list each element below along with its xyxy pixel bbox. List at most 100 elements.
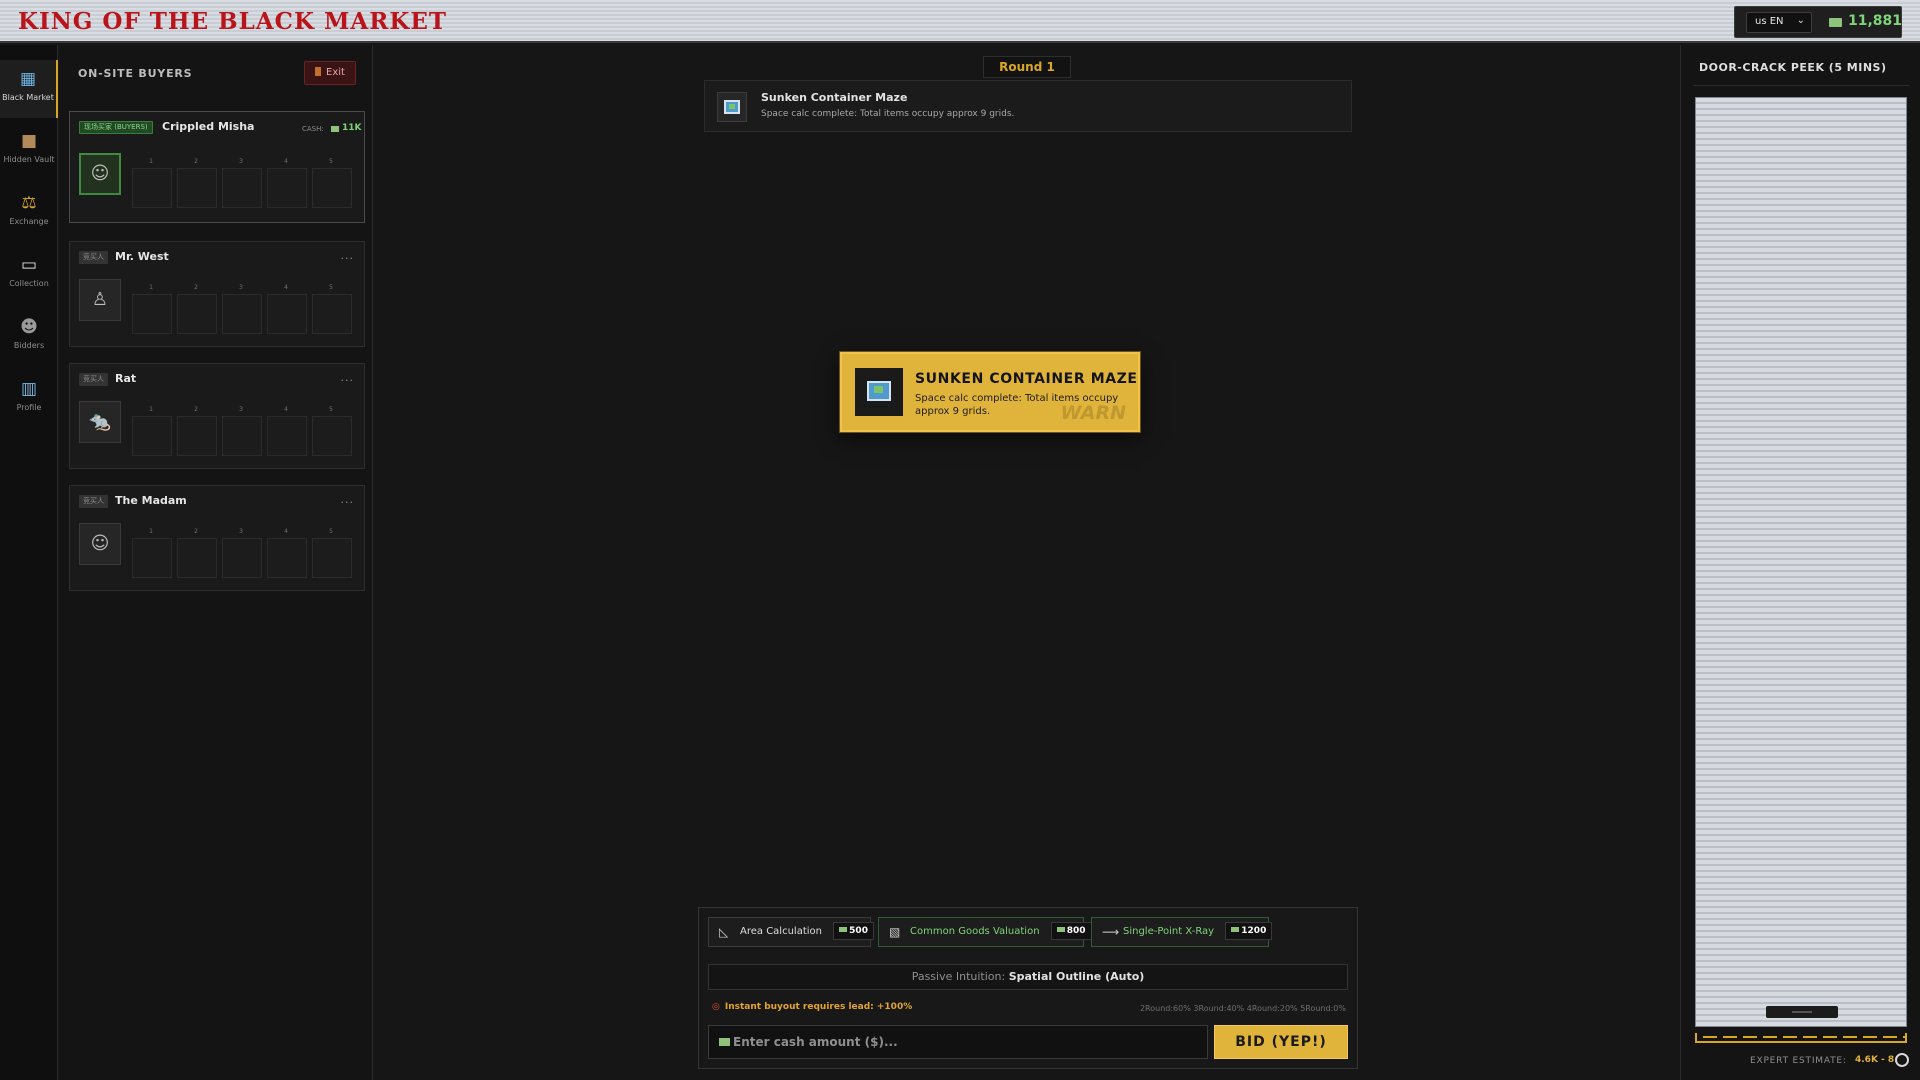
chart-icon: ▧ bbox=[889, 925, 901, 939]
nav-label: Exchange bbox=[9, 217, 49, 226]
nav-label: Black Market bbox=[2, 93, 54, 102]
nav-label: Collection bbox=[9, 279, 49, 288]
buyout-note: ◎ Instant buyout requires lead: +100% bbox=[712, 1002, 913, 1012]
slot-number: 3 bbox=[239, 406, 243, 413]
common-goods-valuation-button[interactable]: ▧ Common Goods Valuation 800 bbox=[878, 917, 1092, 947]
slot-number: 4 bbox=[284, 528, 288, 535]
people-icon: ☻ bbox=[20, 317, 38, 337]
shutter-handle[interactable] bbox=[1766, 1006, 1838, 1018]
rat-avatar-icon: 🐀 bbox=[79, 401, 121, 443]
slot-number: 4 bbox=[284, 406, 288, 413]
divider bbox=[1693, 85, 1909, 86]
buyer-name: Mr. West bbox=[115, 250, 169, 263]
more-icon[interactable]: ... bbox=[341, 249, 355, 262]
area-calculation-button[interactable]: ◺ Area Calculation 500 bbox=[708, 917, 874, 947]
item-slot bbox=[132, 538, 172, 578]
nav-item-black-market[interactable]: ▦ Black Market bbox=[0, 60, 58, 118]
cash-icon bbox=[1829, 18, 1842, 27]
buyer-tag: 竞买人 bbox=[79, 373, 108, 386]
item-slot bbox=[267, 416, 307, 456]
slot-number: 5 bbox=[329, 284, 333, 291]
nav-label: Hidden Vault bbox=[3, 155, 55, 164]
language-select[interactable]: us EN ⌄ bbox=[1746, 12, 1812, 33]
more-icon[interactable]: ... bbox=[341, 493, 355, 506]
cash-icon bbox=[331, 126, 339, 132]
buyer-card[interactable]: 竞买人 The Madam ... ☺ 1 2 3 4 5 bbox=[69, 485, 365, 591]
round-indicator: Round 1 bbox=[983, 56, 1071, 78]
current-item-bar: Sunken Container Maze Space calc complet… bbox=[704, 80, 1352, 132]
item-slot bbox=[177, 538, 217, 578]
bidding-panel: ◺ Area Calculation 500 ▧ Common Goods Va… bbox=[698, 907, 1358, 1069]
madam-avatar-icon: ☺ bbox=[79, 523, 121, 565]
more-icon[interactable]: ... bbox=[341, 371, 355, 384]
item-slot bbox=[132, 416, 172, 456]
chart-icon: ▥ bbox=[20, 379, 38, 399]
bid-amount-input[interactable]: Enter cash amount ($)... bbox=[708, 1025, 1208, 1059]
slot-number: 2 bbox=[194, 158, 198, 165]
slot-number: 1 bbox=[149, 158, 153, 165]
item-slot bbox=[267, 294, 307, 334]
refresh-icon[interactable] bbox=[1895, 1053, 1909, 1067]
target-icon: ◎ bbox=[712, 1002, 720, 1012]
slot-number: 2 bbox=[194, 528, 198, 535]
item-slot bbox=[222, 294, 262, 334]
buyers-panel: ON-SITE BUYERS Exit 现场买家 (BUYERS) Crippl… bbox=[60, 45, 373, 1080]
roller-shutter[interactable] bbox=[1695, 97, 1907, 1027]
map-icon bbox=[855, 368, 903, 416]
map-icon: ▦ bbox=[19, 69, 37, 89]
tool-label: Single-Point X-Ray bbox=[1123, 926, 1215, 937]
map-icon bbox=[717, 92, 747, 122]
item-slot bbox=[312, 416, 352, 456]
nav-item-bidders[interactable]: ☻ Bidders bbox=[0, 308, 58, 366]
hazard-strip bbox=[1695, 1033, 1907, 1043]
west-avatar-icon: ♙ bbox=[79, 279, 121, 321]
nav-label: Bidders bbox=[13, 341, 45, 350]
buyer-card[interactable]: 竞买人 Mr. West ... ♙ 1 2 3 4 5 bbox=[69, 241, 365, 347]
buyer-name: The Madam bbox=[115, 494, 187, 507]
slot-number: 5 bbox=[329, 406, 333, 413]
tool-label: Area Calculation bbox=[740, 926, 822, 937]
single-point-xray-button[interactable]: ⟶ Single-Point X-Ray 1200 bbox=[1091, 917, 1273, 947]
buyer-card[interactable]: 竞买人 Rat ... 🐀 1 2 3 4 5 bbox=[69, 363, 365, 469]
buyer-card[interactable]: 现场买家 (BUYERS) Crippled Misha CASH: 11K ☺… bbox=[69, 111, 365, 223]
item-slot bbox=[312, 294, 352, 334]
scale-icon: ⚖ bbox=[21, 193, 37, 213]
chevron-down-icon: ⌄ bbox=[1796, 15, 1805, 26]
item-title: Sunken Container Maze bbox=[761, 91, 908, 104]
passive-label: Passive Intuition: bbox=[911, 970, 1006, 983]
passive-value: Spatial Outline (Auto) bbox=[1008, 970, 1145, 983]
bid-placeholder: Enter cash amount ($)... bbox=[733, 1035, 898, 1049]
peek-panel: DOOR-CRACK PEEK (5 MINS) EXPERT ESTIMATE… bbox=[1680, 45, 1920, 1080]
exit-label: Exit bbox=[326, 67, 345, 78]
nav-item-collection[interactable]: ▭ Collection bbox=[0, 246, 58, 304]
notification-toast: SUNKEN CONTAINER MAZE Space calc complet… bbox=[840, 352, 1140, 432]
item-slot bbox=[312, 168, 352, 208]
slot-number: 1 bbox=[149, 406, 153, 413]
nav-item-hidden-vault[interactable]: ■ Hidden Vault bbox=[0, 122, 58, 180]
buyer-cash-label: CASH: bbox=[302, 125, 324, 133]
exit-button[interactable]: Exit bbox=[304, 61, 356, 85]
tool-price: 1200 bbox=[1225, 922, 1273, 940]
slot-number: 4 bbox=[284, 284, 288, 291]
buyer-tag: 现场买家 (BUYERS) bbox=[79, 121, 153, 134]
toast-watermark: WARN bbox=[1060, 402, 1126, 424]
item-slot bbox=[177, 294, 217, 334]
slot-number: 3 bbox=[239, 528, 243, 535]
item-slot bbox=[222, 168, 262, 208]
door-icon bbox=[315, 67, 322, 76]
slot-number: 4 bbox=[284, 158, 288, 165]
item-slot bbox=[177, 416, 217, 456]
slot-number: 1 bbox=[149, 528, 153, 535]
nav-item-profile[interactable]: ▥ Profile bbox=[0, 370, 58, 428]
slot-number: 2 bbox=[194, 406, 198, 413]
side-navigation: ▦ Black Market ■ Hidden Vault ⚖ Exchange… bbox=[0, 45, 58, 1080]
nav-item-exchange[interactable]: ⚖ Exchange bbox=[0, 184, 58, 242]
tool-price: 800 bbox=[1050, 922, 1092, 940]
misha-avatar-icon: ☺ bbox=[79, 153, 121, 195]
bid-button[interactable]: BID (YEP!) bbox=[1214, 1025, 1348, 1059]
expert-estimate-label: EXPERT ESTIMATE: bbox=[1750, 1056, 1847, 1066]
book-icon: ▭ bbox=[20, 255, 38, 275]
item-slot bbox=[132, 294, 172, 334]
header-status-panel: us EN ⌄ 11,881 bbox=[1734, 6, 1902, 38]
language-value: us EN bbox=[1755, 16, 1784, 27]
